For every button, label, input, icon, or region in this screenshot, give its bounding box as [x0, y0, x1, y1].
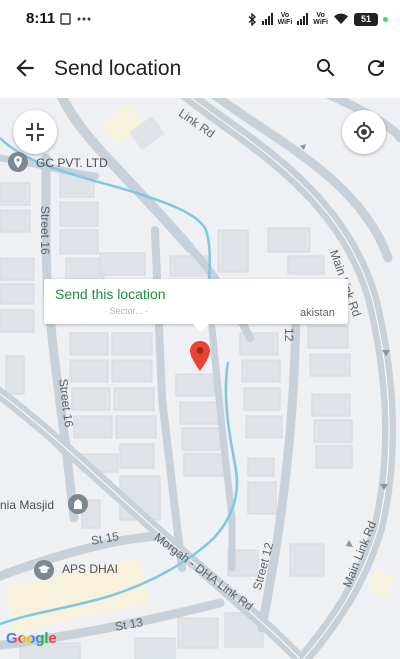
- status-time: 8:11: [26, 10, 56, 27]
- popup-address-suffix: akistan: [300, 307, 335, 319]
- map-view[interactable]: Link Rd Main Link Rd Main Link Rd Street…: [0, 98, 400, 659]
- status-bar: 8:11 Vo WiFi Vo WiFi 51: [0, 0, 400, 38]
- location-pin-icon: [14, 156, 22, 168]
- wifi-icon: [334, 13, 348, 24]
- popup-address-faded: · Sector... ·: [104, 306, 149, 316]
- more-dots-icon: [77, 17, 91, 21]
- signal-icon: [261, 13, 273, 25]
- my-location-icon: [354, 122, 374, 142]
- app-bar: Send location: [0, 38, 400, 98]
- vowifi-icon-2: Vo WiFi: [313, 12, 328, 26]
- bluetooth-icon: [248, 12, 256, 26]
- fullscreen-exit-icon: [26, 123, 44, 141]
- privacy-dot: [383, 16, 388, 22]
- status-right-icons: Vo WiFi Vo WiFi 51: [248, 9, 388, 29]
- place-label-aps[interactable]: APS DHAI: [62, 562, 118, 576]
- refresh-icon[interactable]: [364, 56, 388, 80]
- status-left-icons: [60, 11, 91, 25]
- mosque-icon[interactable]: [68, 494, 88, 514]
- graduation-cap-icon: [38, 565, 50, 574]
- my-location-button[interactable]: [342, 110, 386, 154]
- mosque-glyph-icon: [74, 499, 82, 509]
- school-icon[interactable]: [34, 560, 54, 580]
- vowifi-icon: Vo WiFi: [277, 12, 293, 26]
- fullscreen-button[interactable]: [13, 110, 57, 154]
- road-label-street-16-top: Street 16: [38, 206, 52, 255]
- google-attribution: Google: [6, 630, 57, 647]
- search-icon[interactable]: [314, 56, 338, 80]
- send-this-location-button[interactable]: Send this location: [55, 286, 166, 302]
- place-label-gc[interactable]: GC PVT. LTD: [36, 156, 108, 170]
- road-label-street-12-top: 12: [282, 328, 296, 342]
- signal-icon-2: [297, 13, 309, 25]
- page-title: Send location: [54, 57, 182, 80]
- location-marker-icon[interactable]: [190, 341, 210, 371]
- place-pin-icon[interactable]: [8, 152, 28, 172]
- back-arrow-icon[interactable]: [12, 55, 38, 81]
- popup-tail: [192, 323, 210, 332]
- place-label-masjid[interactable]: nia Masjid: [0, 498, 54, 512]
- google-logo: Google: [6, 630, 57, 647]
- screenshot-icon: [60, 13, 71, 25]
- battery-icon: 51: [354, 12, 378, 26]
